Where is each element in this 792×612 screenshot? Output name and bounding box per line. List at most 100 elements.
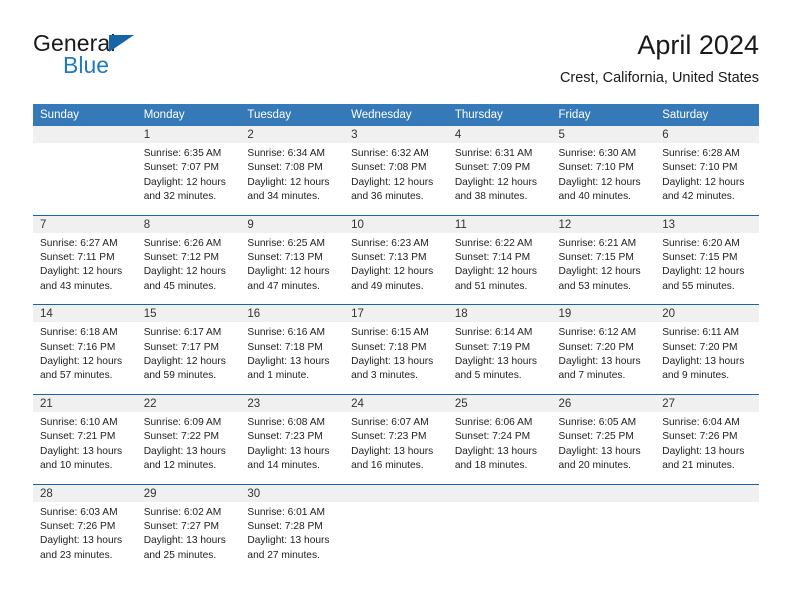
general-blue-logo[interactable]: General Blue: [33, 30, 233, 84]
day-number: 15: [136, 305, 241, 323]
day-details: Sunrise: 6:22 AM Sunset: 7:14 PM Daylight:…: [448, 233, 552, 305]
sunrise-text: Sunrise: 6:18 AM: [40, 327, 118, 339]
calendar-day-cell[interactable]: 20 Sunrise: 6:11 AM Sunset: 7:20 PM Dayligh…: [655, 304, 759, 395]
day-number: 28: [33, 484, 137, 502]
sunset-text: Sunset: 7:26 PM: [40, 520, 116, 532]
sunrise-text: Sunrise: 6:07 AM: [351, 416, 429, 428]
day-number: 10: [344, 215, 448, 233]
calendar-day-cell[interactable]: 1 Sunrise: 6:35 AM Sunset: 7:07 PM Daylight…: [136, 126, 241, 215]
calendar-page: General Blue April 2024 Crest, Californi…: [0, 0, 792, 612]
day-number: 1: [136, 126, 241, 143]
calendar-day-cell[interactable]: 13 Sunrise: 6:20 AM Sunset: 7:15 PM Dayligh…: [655, 214, 759, 305]
calendar-day-cell[interactable]: 9 Sunrise: 6:25 AM Sunset: 7:13 PM Daylight…: [240, 214, 345, 305]
day-number: 9: [240, 215, 345, 233]
day-number: 23: [240, 394, 345, 412]
sunset-text: Sunset: 7:21 PM: [40, 431, 116, 443]
calendar-day-cell[interactable]: 5 Sunrise: 6:30 AM Sunset: 7:10 PM Daylight…: [551, 126, 656, 215]
calendar-day-cell[interactable]: 29 Sunrise: 6:02 AM Sunset: 7:27 PM Dayligh…: [136, 483, 241, 574]
sunset-text: Sunset: 7:23 PM: [351, 431, 427, 443]
sunset-text: Sunset: 7:10 PM: [558, 162, 634, 174]
day-number: 16: [240, 305, 345, 323]
sunrise-text: Sunrise: 6:03 AM: [40, 506, 118, 518]
calendar-day-cell[interactable]: 21 Sunrise: 6:10 AM Sunset: 7:21 PM Dayligh…: [33, 393, 137, 484]
calendar-day-cell[interactable]: 15 Sunrise: 6:17 AM Sunset: 7:17 PM Dayligh…: [136, 304, 241, 395]
sunset-text: Sunset: 7:13 PM: [351, 252, 427, 264]
calendar-day-cell[interactable]: 2 Sunrise: 6:34 AM Sunset: 7:08 PM Daylight…: [240, 126, 345, 215]
day-number: 25: [447, 394, 552, 412]
sunset-text: Sunset: 7:18 PM: [247, 341, 323, 353]
sunset-text: Sunset: 7:28 PM: [247, 520, 323, 532]
daylight-text: Daylight: 13 hours and 23 minutes.: [40, 535, 123, 561]
calendar-day-cell[interactable]: 4 Sunrise: 6:31 AM Sunset: 7:09 PM Daylight…: [447, 126, 552, 215]
day-details: Sunrise: 6:03 AM Sunset: 7:26 PM Daylight:…: [33, 502, 137, 574]
calendar-day-cell[interactable]: 14 Sunrise: 6:18 AM Sunset: 7:16 PM Dayligh…: [33, 304, 137, 395]
daylight-text: Daylight: 12 hours and 51 minutes.: [454, 266, 537, 292]
sunset-text: Sunset: 7:12 PM: [143, 252, 220, 264]
day-number: [447, 484, 552, 502]
calendar-day-cell[interactable]: 10 Sunrise: 6:23 AM Sunset: 7:13 PM Dayligh…: [344, 214, 448, 305]
sunrise-text: Sunrise: 6:17 AM: [143, 327, 222, 339]
day-details: Sunrise: 6:34 AM Sunset: 7:08 PM Daylight:…: [240, 143, 344, 215]
sunrise-text: Sunrise: 6:20 AM: [662, 237, 740, 249]
calendar-day-cell[interactable]: 18 Sunrise: 6:14 AM Sunset: 7:19 PM Dayligh…: [447, 304, 552, 395]
day-number: 29: [136, 484, 241, 502]
calendar-day-cell[interactable]: 22 Sunrise: 6:09 AM Sunset: 7:22 PM Dayligh…: [136, 393, 241, 484]
calendar-day-cell[interactable]: 8 Sunrise: 6:26 AM Sunset: 7:12 PM Daylight…: [136, 214, 241, 305]
page-title: April 2024: [637, 30, 759, 60]
calendar-day-cell[interactable]: 3 Sunrise: 6:32 AM Sunset: 7:08 PM Daylight…: [344, 126, 448, 215]
day-details: Sunrise: 6:11 AM Sunset: 7:20 PM Daylight:…: [655, 322, 759, 394]
sunset-text: Sunset: 7:18 PM: [351, 341, 427, 353]
calendar-day-cell[interactable]: 16 Sunrise: 6:16 AM Sunset: 7:18 PM Dayligh…: [240, 304, 345, 395]
sunset-text: Sunset: 7:22 PM: [143, 431, 220, 443]
calendar-day-cell[interactable]: 25 Sunrise: 6:06 AM Sunset: 7:24 PM Dayligh…: [447, 393, 552, 484]
sunrise-text: Sunrise: 6:11 AM: [662, 327, 740, 339]
calendar-day-cell[interactable]: 6 Sunrise: 6:28 AM Sunset: 7:10 PM Daylight…: [655, 126, 759, 215]
weekday-header-tuesday: Tuesday: [240, 104, 345, 126]
daylight-text: Daylight: 12 hours and 45 minutes.: [143, 266, 226, 292]
calendar-day-cell[interactable]: 11 Sunrise: 6:22 AM Sunset: 7:14 PM Dayligh…: [447, 214, 552, 305]
sunset-text: Sunset: 7:23 PM: [247, 431, 323, 443]
sunrise-text: Sunrise: 6:26 AM: [143, 237, 222, 249]
weekday-header-wednesday: Wednesday: [344, 104, 448, 126]
sunset-text: Sunset: 7:10 PM: [662, 162, 738, 174]
daylight-text: Daylight: 12 hours and 57 minutes.: [40, 356, 123, 382]
calendar-day-cell-empty: [344, 483, 448, 574]
day-details: Sunrise: 6:10 AM Sunset: 7:21 PM Daylight:…: [33, 412, 137, 484]
calendar-day-cell[interactable]: 23 Sunrise: 6:08 AM Sunset: 7:23 PM Dayligh…: [240, 393, 345, 484]
day-details: Sunrise: 6:04 AM Sunset: 7:26 PM Daylight:…: [655, 412, 759, 484]
day-details: Sunrise: 6:07 AM Sunset: 7:23 PM Daylight:…: [344, 412, 448, 484]
day-number: [33, 126, 137, 143]
sunset-text: Sunset: 7:20 PM: [558, 341, 634, 353]
sunset-text: Sunset: 7:24 PM: [454, 431, 531, 443]
calendar-week-row: 21 Sunrise: 6:10 AM Sunset: 7:21 PM Dayligh…: [33, 393, 759, 484]
calendar-day-cell[interactable]: 19 Sunrise: 6:12 AM Sunset: 7:20 PM Dayligh…: [551, 304, 656, 395]
day-number: 7: [33, 215, 137, 233]
calendar-day-cell[interactable]: 28 Sunrise: 6:03 AM Sunset: 7:26 PM Dayligh…: [33, 483, 137, 574]
calendar-body: 1 Sunrise: 6:35 AM Sunset: 7:07 PM Daylight…: [33, 126, 759, 574]
weekday-header-thursday: Thursday: [447, 104, 552, 126]
page-header: General Blue April 2024 Crest, Californi…: [33, 28, 759, 98]
sunrise-text: Sunrise: 6:35 AM: [143, 148, 222, 159]
day-details: Sunrise: 6:12 AM Sunset: 7:20 PM Daylight:…: [552, 322, 656, 394]
calendar-day-cell-empty: [33, 126, 137, 215]
day-number: 5: [551, 126, 656, 143]
daylight-text: Daylight: 12 hours and 32 minutes.: [143, 176, 226, 203]
calendar-day-cell[interactable]: 26 Sunrise: 6:05 AM Sunset: 7:25 PM Dayligh…: [551, 393, 656, 484]
daylight-text: Daylight: 13 hours and 25 minutes.: [143, 535, 226, 561]
calendar-day-cell[interactable]: 7 Sunrise: 6:27 AM Sunset: 7:11 PM Daylight…: [33, 214, 137, 305]
sunrise-text: Sunrise: 6:27 AM: [40, 237, 118, 249]
calendar-day-cell[interactable]: 30 Sunrise: 6:01 AM Sunset: 7:28 PM Dayligh…: [240, 483, 345, 574]
sunrise-text: Sunrise: 6:09 AM: [143, 416, 222, 428]
logo-text-blue: Blue: [63, 52, 110, 78]
day-number: 3: [344, 126, 448, 143]
calendar-day-cell[interactable]: 17 Sunrise: 6:15 AM Sunset: 7:18 PM Dayligh…: [344, 304, 448, 395]
calendar-day-cell[interactable]: 27 Sunrise: 6:04 AM Sunset: 7:26 PM Dayligh…: [655, 393, 759, 484]
day-details: Sunrise: 6:25 AM Sunset: 7:13 PM Daylight:…: [240, 233, 344, 305]
daylight-text: Daylight: 13 hours and 3 minutes.: [351, 356, 434, 382]
day-details: Sunrise: 6:21 AM Sunset: 7:15 PM Daylight:…: [552, 233, 656, 305]
calendar-header-row: Sunday Monday Tuesday Wednesday Thursday Frid…: [33, 104, 759, 126]
calendar-day-cell[interactable]: 12 Sunrise: 6:21 AM Sunset: 7:15 PM Dayligh…: [551, 214, 656, 305]
day-details: [655, 502, 759, 564]
calendar-day-cell[interactable]: 24 Sunrise: 6:07 AM Sunset: 7:23 PM Dayligh…: [344, 393, 448, 484]
daylight-text: Daylight: 13 hours and 16 minutes.: [351, 445, 434, 472]
